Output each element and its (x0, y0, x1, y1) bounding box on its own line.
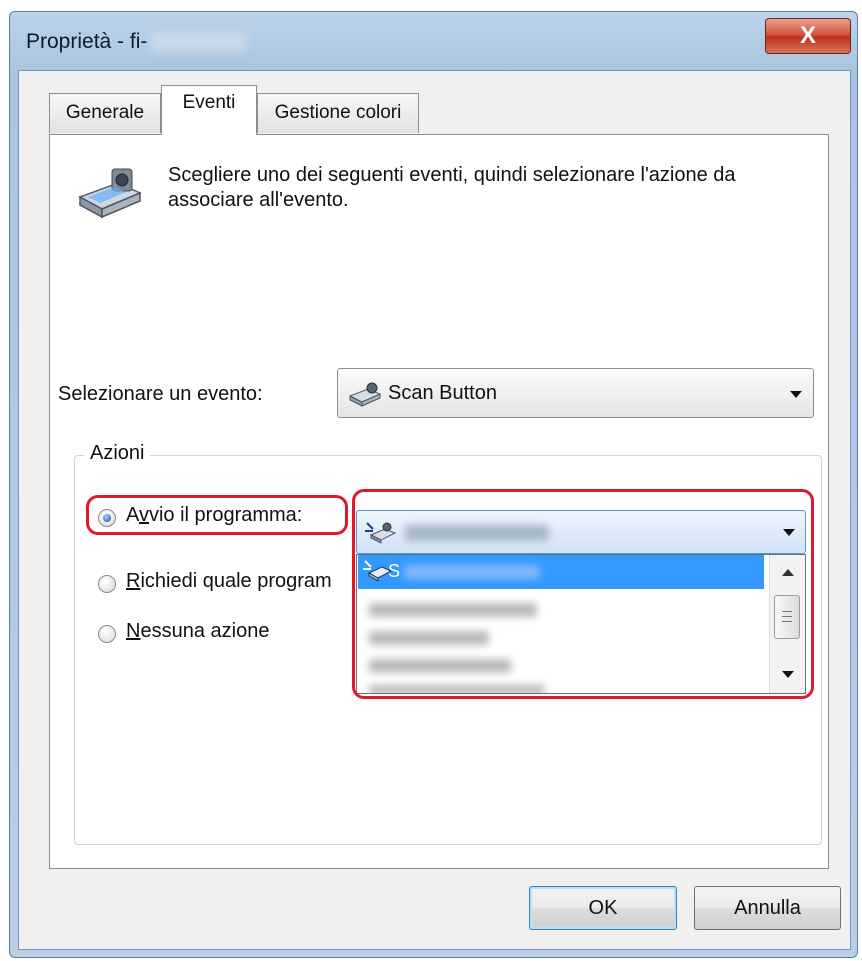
tab-generale[interactable]: Generale (49, 93, 161, 133)
title-bar[interactable]: Proprietà - fi- X (10, 12, 857, 70)
no-action-label[interactable]: Nessuna azione (126, 620, 269, 643)
prompt-program-radio[interactable] (98, 575, 116, 593)
ok-button[interactable]: OK (529, 886, 677, 930)
events-tab-panel: Scegliere uno dei seguenti eventi, quind… (49, 134, 829, 869)
redacted-model-name (151, 32, 247, 53)
cancel-button[interactable]: Annulla (694, 886, 841, 930)
prompt-program-label[interactable]: Richiedi quale program (126, 570, 332, 593)
program-selection-highlight (352, 489, 814, 699)
tab-gestione-colori[interactable]: Gestione colori (257, 93, 419, 133)
tab-eventi[interactable]: Eventi (161, 85, 257, 135)
properties-window: Proprietà - fi- X Generale Eventi Gestio… (9, 11, 858, 958)
instructions-text: Scegliere uno dei seguenti eventi, quind… (168, 164, 736, 211)
no-action-radio[interactable] (98, 625, 116, 643)
event-dropdown[interactable]: Scan Button (337, 368, 814, 418)
chevron-down-icon (790, 391, 802, 398)
window-title: Proprietà - fi- (26, 30, 247, 54)
launch-program-highlight (86, 495, 348, 535)
actions-legend: Azioni (84, 442, 151, 465)
scanner-icon (348, 382, 382, 407)
close-button[interactable]: X (765, 18, 851, 54)
dialog-body: Generale Eventi Gestione colori Sceglier… (18, 70, 851, 950)
event-label: Selezionare un evento: (58, 383, 263, 405)
scanner-icon (78, 168, 142, 219)
event-selected-value: Scan Button (388, 382, 497, 404)
